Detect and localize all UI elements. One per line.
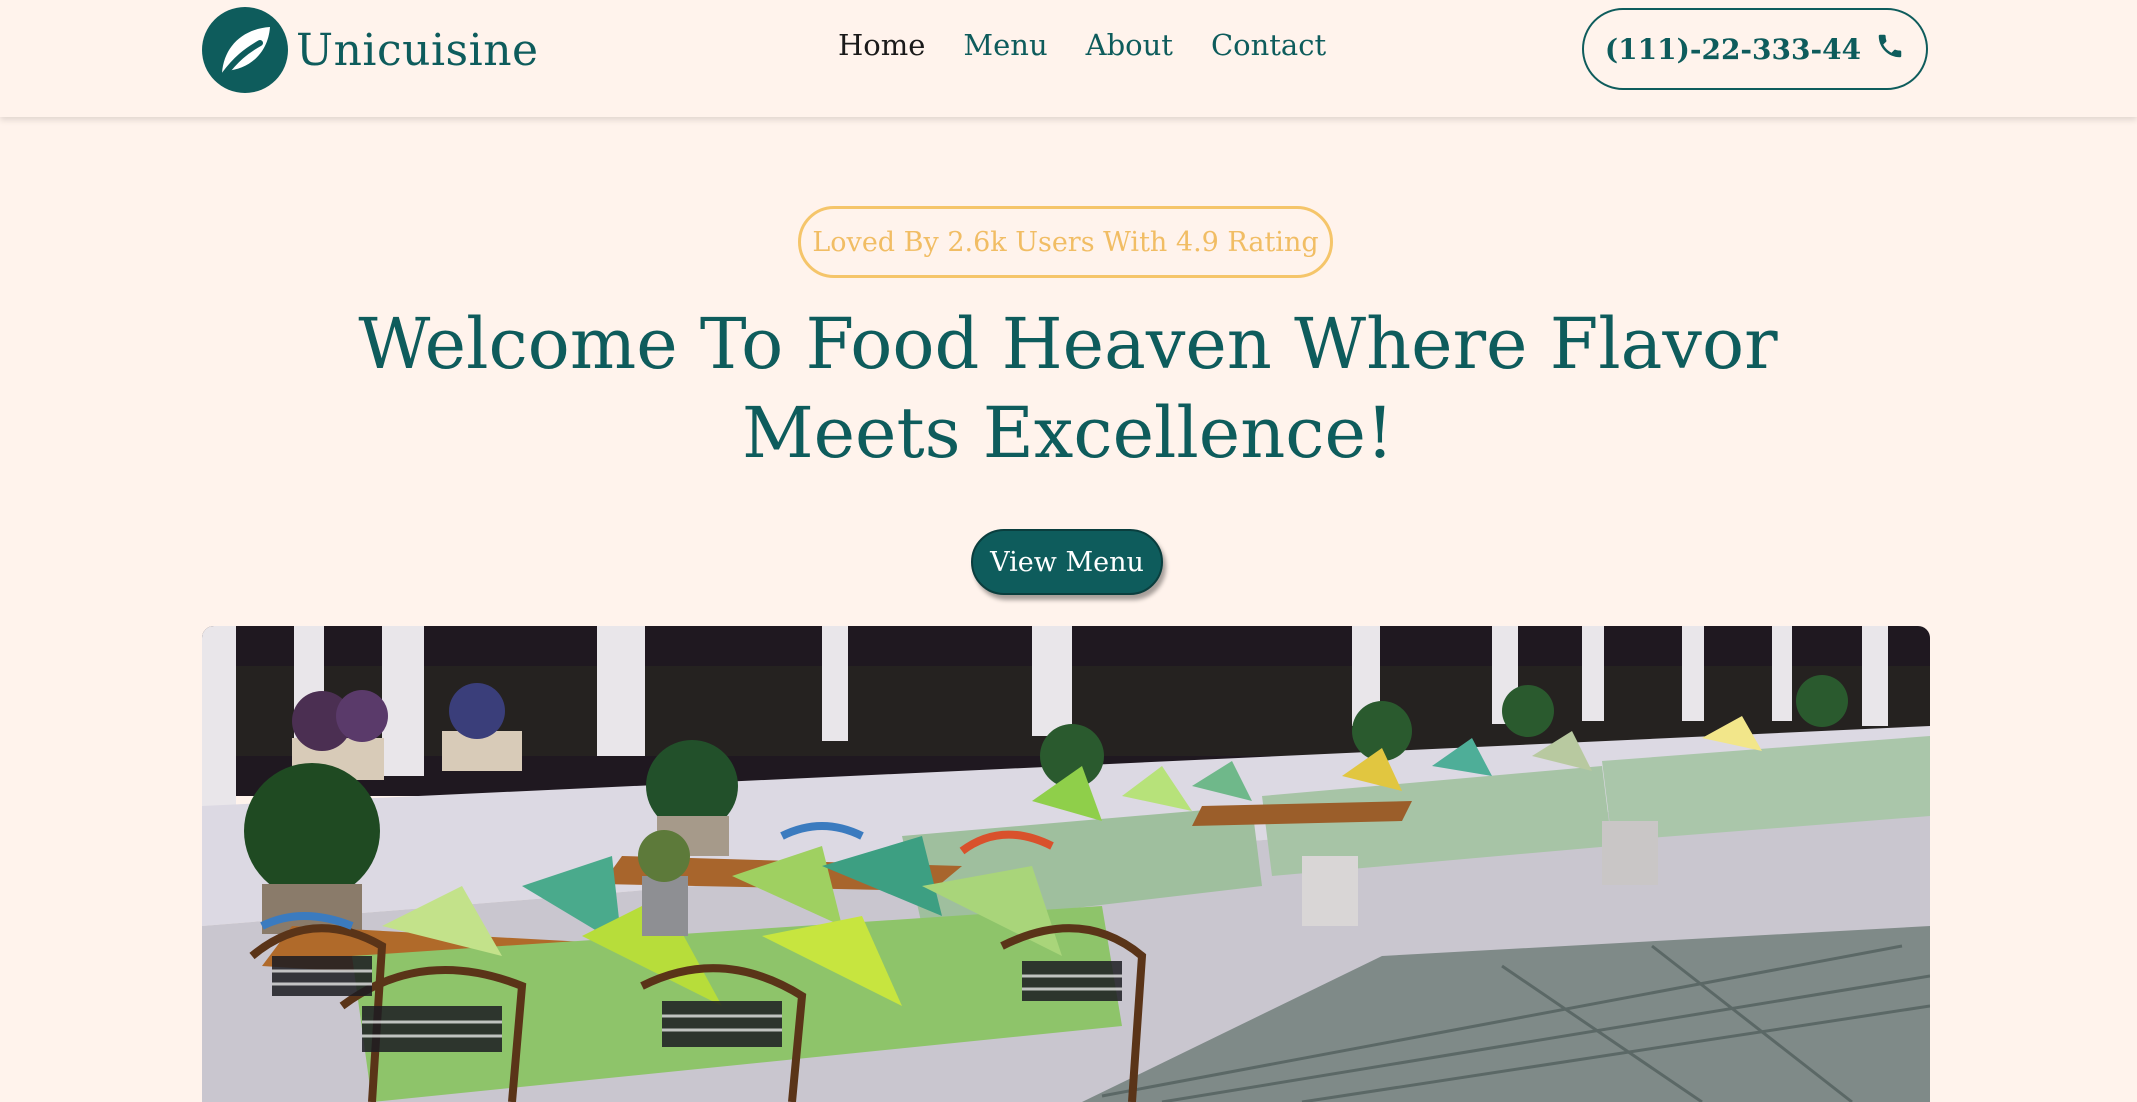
rating-badge: Loved By 2.6k Users With 4.9 Rating bbox=[798, 206, 1333, 278]
nav-contact[interactable]: Contact bbox=[1211, 28, 1326, 62]
nav-home[interactable]: Home bbox=[838, 28, 925, 62]
brand-logo[interactable]: Unicuisine bbox=[202, 6, 539, 94]
main-nav: Home Menu About Contact bbox=[838, 28, 1326, 62]
hero-headline: Welcome To Food Heaven Where Flavor Meet… bbox=[358, 303, 1778, 474]
phone-number: (111)-22-333-44 bbox=[1604, 32, 1862, 66]
brand-name: Unicuisine bbox=[296, 24, 539, 76]
view-menu-button[interactable]: View Menu bbox=[971, 529, 1163, 595]
leaf-icon bbox=[202, 7, 288, 93]
site-header: Unicuisine Home Menu About Contact (111)… bbox=[0, 0, 2137, 117]
restaurant-interior-image bbox=[202, 626, 1930, 1102]
phone-icon bbox=[1875, 31, 1905, 68]
nav-menu[interactable]: Menu bbox=[963, 28, 1047, 62]
phone-button[interactable]: (111)-22-333-44 bbox=[1582, 8, 1928, 90]
nav-about[interactable]: About bbox=[1086, 28, 1173, 62]
